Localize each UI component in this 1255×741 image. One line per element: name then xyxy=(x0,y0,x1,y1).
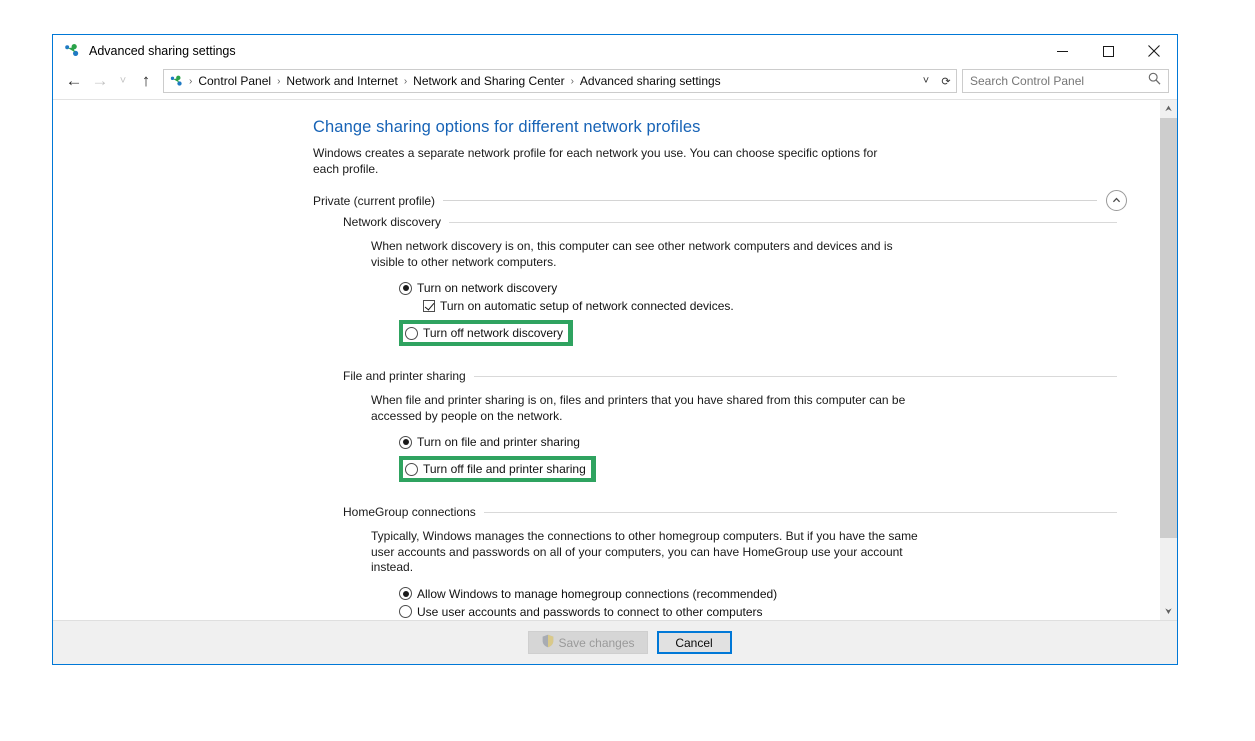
option-label: Turn on file and printer sharing xyxy=(417,435,580,449)
option-group: Turn on network discovery Turn on automa… xyxy=(343,279,1137,350)
radio-icon xyxy=(399,587,412,600)
radio-turn-off-network-discovery[interactable]: Turn off network discovery xyxy=(403,324,569,342)
section-header: HomeGroup connections xyxy=(343,505,1137,519)
option-label: Turn off network discovery xyxy=(423,326,564,340)
title-bar: Advanced sharing settings xyxy=(53,35,1177,67)
settings-page: Change sharing options for different net… xyxy=(53,100,1159,620)
section-description: When file and printer sharing is on, fil… xyxy=(371,393,906,423)
divider xyxy=(473,375,1117,377)
section-title: HomeGroup connections xyxy=(343,505,476,519)
vertical-scrollbar[interactable]: ⮝ ⮟ xyxy=(1159,100,1177,620)
breadcrumb-network-and-sharing-center[interactable]: Network and Sharing Center xyxy=(410,74,567,88)
breadcrumb-separator: › xyxy=(403,75,408,87)
navigation-bar: ← → ˅ ↑ › Control Panel › Network and In… xyxy=(53,67,1177,99)
radio-turn-off-file-and-printer-sharing[interactable]: Turn off file and printer sharing xyxy=(403,460,591,478)
checkbox-icon xyxy=(423,300,435,312)
refresh-icon[interactable]: ⟳ xyxy=(936,70,956,92)
radio-icon xyxy=(399,605,412,618)
divider xyxy=(449,221,1117,223)
section-header: Network discovery xyxy=(343,215,1137,229)
chevron-up-icon[interactable] xyxy=(1106,190,1127,211)
profile-label: Private (current profile) xyxy=(313,193,436,208)
save-changes-button: Save changes xyxy=(528,631,648,654)
search-icon[interactable] xyxy=(1148,72,1161,90)
radio-icon xyxy=(399,281,412,295)
breadcrumb-separator: › xyxy=(570,75,574,87)
radio-icon xyxy=(405,462,418,476)
section-title: Network discovery xyxy=(343,215,442,229)
breadcrumb-separator: › xyxy=(277,75,281,87)
checkbox-automatic-setup[interactable]: Turn on automatic setup of network conne… xyxy=(399,297,734,315)
window-controls xyxy=(1039,35,1177,67)
option-label: Turn on automatic setup of network conne… xyxy=(440,299,734,313)
breadcrumb-control-panel[interactable]: Control Panel xyxy=(195,74,274,88)
settings-scroll-viewport: Change sharing options for different net… xyxy=(53,100,1159,620)
close-button[interactable] xyxy=(1131,35,1177,67)
advanced-sharing-settings-window: Advanced sharing settings ← → ˅ ↑ › Cont… xyxy=(52,34,1178,665)
section-description: Typically, Windows manages the connectio… xyxy=(371,529,918,574)
option-label: Allow Windows to manage homegroup connec… xyxy=(417,586,778,601)
address-bar-actions: ˅ ⟳ xyxy=(916,70,956,92)
section-header: File and printer sharing xyxy=(343,369,1137,383)
page-intro-text: Windows creates a separate network profi… xyxy=(313,146,878,176)
chevron-down-icon[interactable]: ˅ xyxy=(916,70,936,92)
network-sharing-icon xyxy=(169,74,184,89)
radio-icon xyxy=(405,326,418,340)
radio-allow-windows-manage-homegroup[interactable]: Allow Windows to manage homegroup connec… xyxy=(399,585,777,603)
minimize-button[interactable] xyxy=(1039,35,1085,67)
section-homegroup-connections: HomeGroup connections Typically, Windows… xyxy=(313,505,1137,620)
address-bar[interactable]: › Control Panel › Network and Internet ›… xyxy=(163,69,957,93)
up-button[interactable]: ↑ xyxy=(133,69,159,93)
cancel-label: Cancel xyxy=(675,635,713,650)
forward-button: → xyxy=(91,71,109,90)
cancel-button[interactable]: Cancel xyxy=(656,631,732,654)
highlight-box-turn-off-network-discovery: Turn off network discovery xyxy=(399,320,574,346)
option-label: Turn on network discovery xyxy=(417,281,558,295)
dialog-footer: Save changes Cancel xyxy=(53,620,1177,664)
option-group: Turn on file and printer sharing Turn of… xyxy=(343,433,1137,486)
page-title: Change sharing options for different net… xyxy=(313,118,701,136)
option-label: Use user accounts and passwords to conne… xyxy=(417,604,763,619)
breadcrumb-advanced-sharing-settings[interactable]: Advanced sharing settings xyxy=(577,74,724,88)
uac-shield-icon xyxy=(541,634,555,651)
save-changes-label: Save changes xyxy=(558,635,635,650)
section-file-and-printer-sharing: File and printer sharing When file and p… xyxy=(313,369,1137,486)
search-input[interactable] xyxy=(963,73,1145,89)
section-description: When network discovery is on, this compu… xyxy=(371,239,893,269)
divider xyxy=(483,511,1117,513)
scrollbar-thumb[interactable] xyxy=(1160,118,1177,538)
scroll-down-arrow-icon[interactable]: ⮟ xyxy=(1160,603,1177,620)
window-title: Advanced sharing settings xyxy=(89,44,236,58)
scroll-up-arrow-icon[interactable]: ⮝ xyxy=(1160,100,1177,117)
breadcrumb-separator: › xyxy=(189,75,193,87)
radio-turn-on-file-and-printer-sharing[interactable]: Turn on file and printer sharing xyxy=(399,433,580,451)
settings-content: Change sharing options for different net… xyxy=(53,100,1159,620)
content-area: Change sharing options for different net… xyxy=(53,99,1177,620)
section-network-discovery: Network discovery When network discovery… xyxy=(313,215,1137,350)
option-group: Allow Windows to manage homegroup connec… xyxy=(343,585,1137,621)
radio-turn-on-network-discovery[interactable]: Turn on network discovery xyxy=(399,279,557,297)
breadcrumb-network-and-internet[interactable]: Network and Internet xyxy=(283,74,400,88)
section-title: File and printer sharing xyxy=(343,369,466,383)
highlight-box-turn-off-file-and-printer-sharing: Turn off file and printer sharing xyxy=(399,456,596,482)
back-button[interactable]: ← xyxy=(61,69,87,93)
radio-use-user-accounts-and-passwords[interactable]: Use user accounts and passwords to conne… xyxy=(399,603,763,621)
radio-icon xyxy=(399,435,412,449)
network-sharing-icon xyxy=(63,42,81,60)
option-label: Turn off file and printer sharing xyxy=(423,462,586,476)
recent-locations-button[interactable]: ˅ xyxy=(113,69,133,93)
divider xyxy=(443,200,1097,201)
search-box[interactable] xyxy=(962,69,1169,93)
profile-header-private: Private (current profile) xyxy=(313,190,1137,211)
footer-buttons: Save changes Cancel xyxy=(528,631,732,654)
maximize-button[interactable] xyxy=(1085,35,1131,67)
